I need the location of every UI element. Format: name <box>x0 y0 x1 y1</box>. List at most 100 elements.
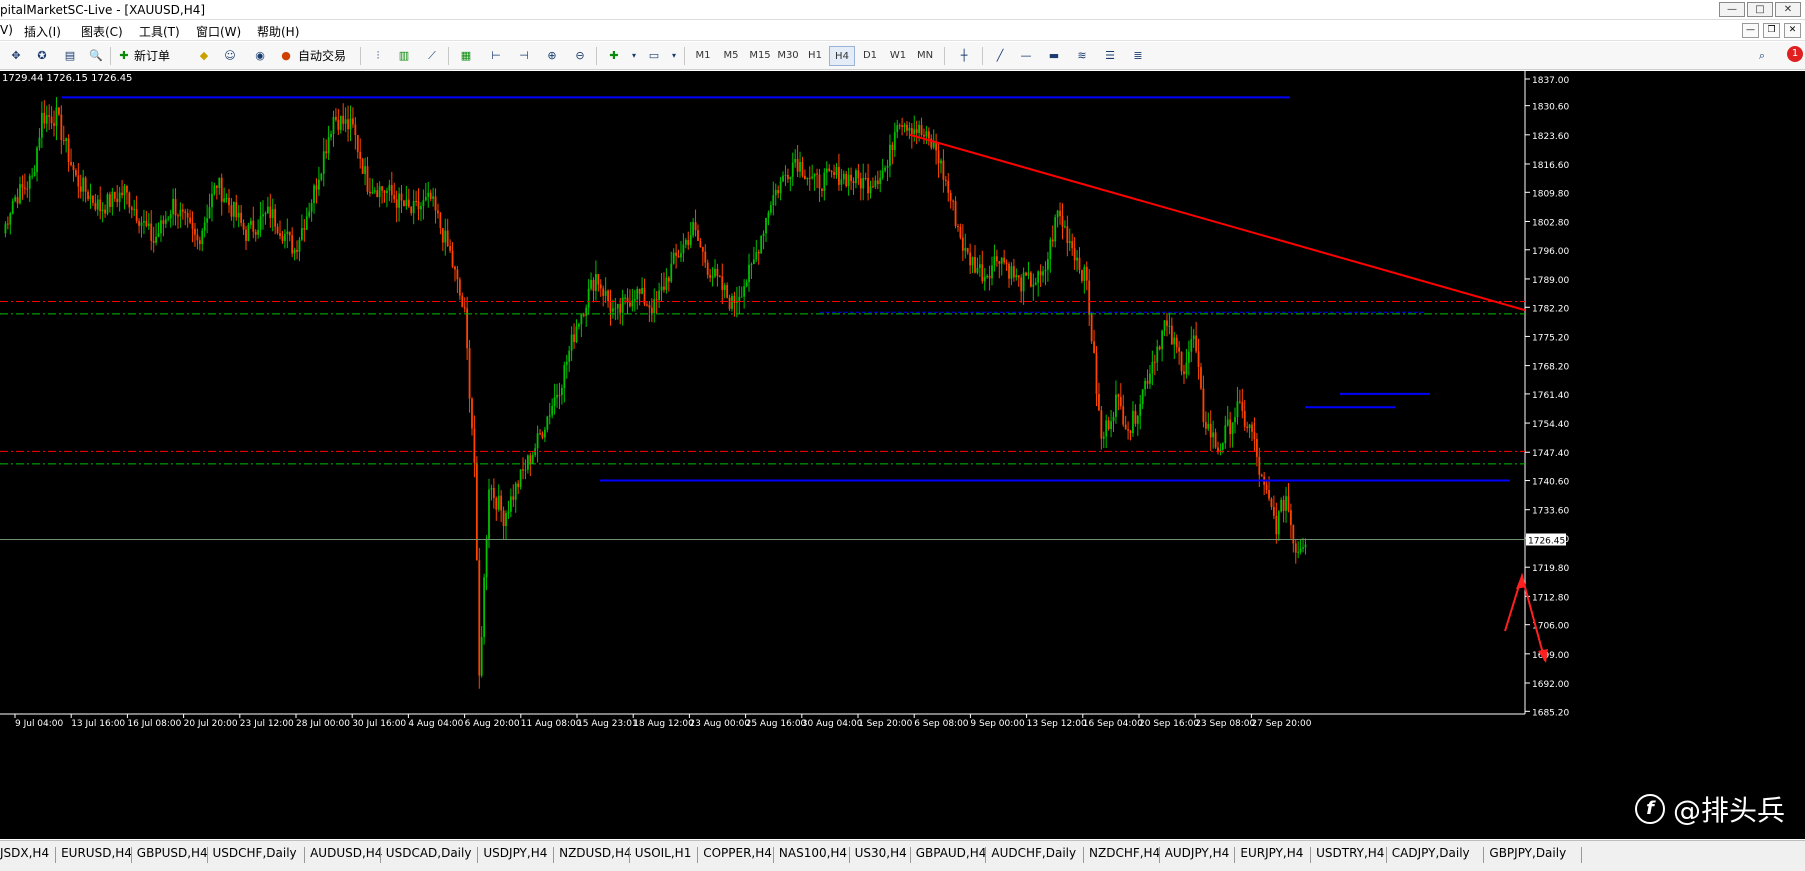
symbol-tab[interactable]: AUDJPY,H4 <box>1165 846 1230 860</box>
timeframe-m30[interactable]: M30 <box>773 46 803 66</box>
candlestick-icon[interactable]: ▥ <box>394 46 414 66</box>
timeframe-m15[interactable]: M15 <box>745 46 775 66</box>
crosshair-icon[interactable]: ┼ <box>954 46 974 66</box>
maximize-button[interactable]: □ <box>1747 2 1773 17</box>
strategy-tester-icon[interactable]: ◆ <box>194 46 214 66</box>
menu-tools[interactable]: 工具(T) <box>139 23 180 40</box>
timeframe-h4[interactable]: H4 <box>829 46 855 66</box>
tile-windows-icon[interactable]: ▦ <box>456 46 476 66</box>
bar-chart-icon[interactable]: ⫶ <box>368 46 388 66</box>
symbol-tab[interactable]: USDJPY,H4 <box>483 846 547 860</box>
trendline-tool-icon[interactable]: ╱ <box>990 46 1010 66</box>
symbol-tab[interactable]: NZDUSD,H4 <box>559 846 632 860</box>
symbol-tab[interactable]: GBPJPY,Daily <box>1489 846 1566 860</box>
chart-shift-icon[interactable]: ⊢ <box>486 46 506 66</box>
chart-canvas[interactable]: 1837.00 1830.60 1823.60 1816.60 1809.80 1802.… <box>0 71 1805 839</box>
close-button[interactable]: ✕ <box>1775 2 1801 17</box>
symbol-tab[interactable]: AUDUSD,H4 <box>310 846 382 860</box>
timeframe-d1[interactable]: D1 <box>857 46 883 66</box>
candle-body <box>1012 266 1015 278</box>
new-order-icon[interactable]: ✚ <box>114 46 134 66</box>
price-chart[interactable]: 1837.00 1830.60 1823.60 1816.60 1809.80 1802.… <box>0 71 1805 839</box>
mdi-minimize-button[interactable]: — <box>1742 23 1759 38</box>
candle-body <box>293 249 296 254</box>
symbol-tab[interactable]: USDTRY,H4 <box>1316 846 1384 860</box>
candle-body <box>162 220 165 224</box>
symbol-tab[interactable]: EURUSD,H4 <box>61 846 132 860</box>
candle-body <box>196 234 199 241</box>
market-watch-icon[interactable]: ▤ <box>60 46 80 66</box>
candle-body <box>804 175 806 180</box>
minimize-button[interactable]: — <box>1719 2 1745 17</box>
time-tick-label: 13 Jul 16:00 <box>71 719 125 729</box>
menu-window[interactable]: 窗口(W) <box>196 23 241 40</box>
mdi-close-button[interactable]: ✕ <box>1784 23 1801 38</box>
candle-body <box>607 290 609 301</box>
menu-insert[interactable]: 插入(I) <box>24 23 61 40</box>
symbol-tab[interactable]: NAS100,H4 <box>779 846 847 860</box>
candle-body <box>296 249 298 252</box>
notification-badge[interactable]: 1 <box>1787 46 1803 62</box>
symbol-tab[interactable]: USDCHF,Daily <box>213 846 297 860</box>
timeframe-h1[interactable]: H1 <box>802 46 828 66</box>
mdi-restore-button[interactable]: ❐ <box>1763 23 1780 38</box>
candle-body <box>429 192 432 199</box>
timeframe-m5[interactable]: M5 <box>718 46 744 66</box>
candle-body <box>339 115 342 130</box>
symbol-tab[interactable]: NZDCHF,H4 <box>1089 846 1160 860</box>
candle-body <box>731 295 733 309</box>
symbol-tab[interactable]: GBPUSD,H4 <box>137 846 208 860</box>
signals-icon[interactable]: ◉ <box>250 46 270 66</box>
candle-body <box>191 222 194 229</box>
profiles-icon[interactable]: ✪ <box>32 46 52 66</box>
templates-icon[interactable]: ▭ <box>644 46 664 66</box>
candle-body <box>1037 271 1040 283</box>
channel-tool-icon[interactable]: ☰ <box>1100 46 1120 66</box>
candle-body <box>852 180 855 184</box>
timeframe-mn[interactable]: MN <box>912 46 938 66</box>
horizontal-line-tool-icon[interactable]: — <box>1016 46 1036 66</box>
line-chart-icon[interactable]: ⟋ <box>422 46 442 66</box>
auto-trading-icon[interactable]: ● <box>276 46 296 66</box>
candle-body <box>488 489 490 539</box>
zoom-in-icon[interactable]: ⊕ <box>542 46 562 66</box>
auto-trading-button[interactable]: 自动交易 <box>298 46 346 66</box>
fibo-fan-tool-icon[interactable]: ≣ <box>1128 46 1148 66</box>
candle-body <box>38 137 41 148</box>
candle-body <box>269 206 272 218</box>
zoom-out-icon[interactable]: ⊖ <box>570 46 590 66</box>
candle-body <box>218 177 221 188</box>
symbol-tab[interactable]: GBPAUD,H4 <box>916 846 987 860</box>
timeframe-w1[interactable]: W1 <box>885 46 911 66</box>
crosshair-move-icon[interactable]: ✥ <box>6 46 26 66</box>
candle-body <box>1246 426 1249 428</box>
chevron-down-icon[interactable]: ▾ <box>624 46 644 66</box>
candle-body <box>585 307 588 316</box>
symbol-tab[interactable]: COPPER,H4 <box>703 846 772 860</box>
symbol-tab[interactable]: US30,H4 <box>855 846 907 860</box>
symbol-tab[interactable]: CADJPY,Daily <box>1392 846 1470 860</box>
symbol-tab[interactable]: USOIL,H1 <box>635 846 692 860</box>
rectangle-tool-icon[interactable]: ▬ <box>1044 46 1064 66</box>
navigator-icon[interactable]: 🔍 <box>86 46 106 66</box>
fibonacci-tool-icon[interactable]: ≋ <box>1072 46 1092 66</box>
symbol-tab[interactable]: JSDX,H4 <box>0 846 49 860</box>
candle-body <box>283 234 286 242</box>
candle-body <box>867 178 869 194</box>
chevron-down-icon-2[interactable]: ▾ <box>664 46 684 66</box>
candle-body <box>266 206 269 214</box>
timeframe-m1[interactable]: M1 <box>690 46 716 66</box>
symbol-tab[interactable]: AUDCHF,Daily <box>991 846 1076 860</box>
candle-body <box>1221 443 1224 450</box>
menu-help[interactable]: 帮助(H) <box>257 23 299 40</box>
autoscroll-icon[interactable]: ⊣ <box>514 46 534 66</box>
symbol-tab[interactable]: USDCAD,Daily <box>386 846 472 860</box>
search-icon[interactable]: ⌕ <box>1752 46 1772 66</box>
terminal-icon[interactable]: ☺ <box>220 46 240 66</box>
new-order-button[interactable]: 新订单 <box>134 46 170 66</box>
menu-chart[interactable]: 图表(C) <box>81 23 123 40</box>
indicators-icon[interactable]: ✚ <box>604 46 624 66</box>
menu-view[interactable]: V) <box>0 23 13 37</box>
candle-body <box>344 119 347 124</box>
symbol-tab[interactable]: EURJPY,H4 <box>1240 846 1303 860</box>
